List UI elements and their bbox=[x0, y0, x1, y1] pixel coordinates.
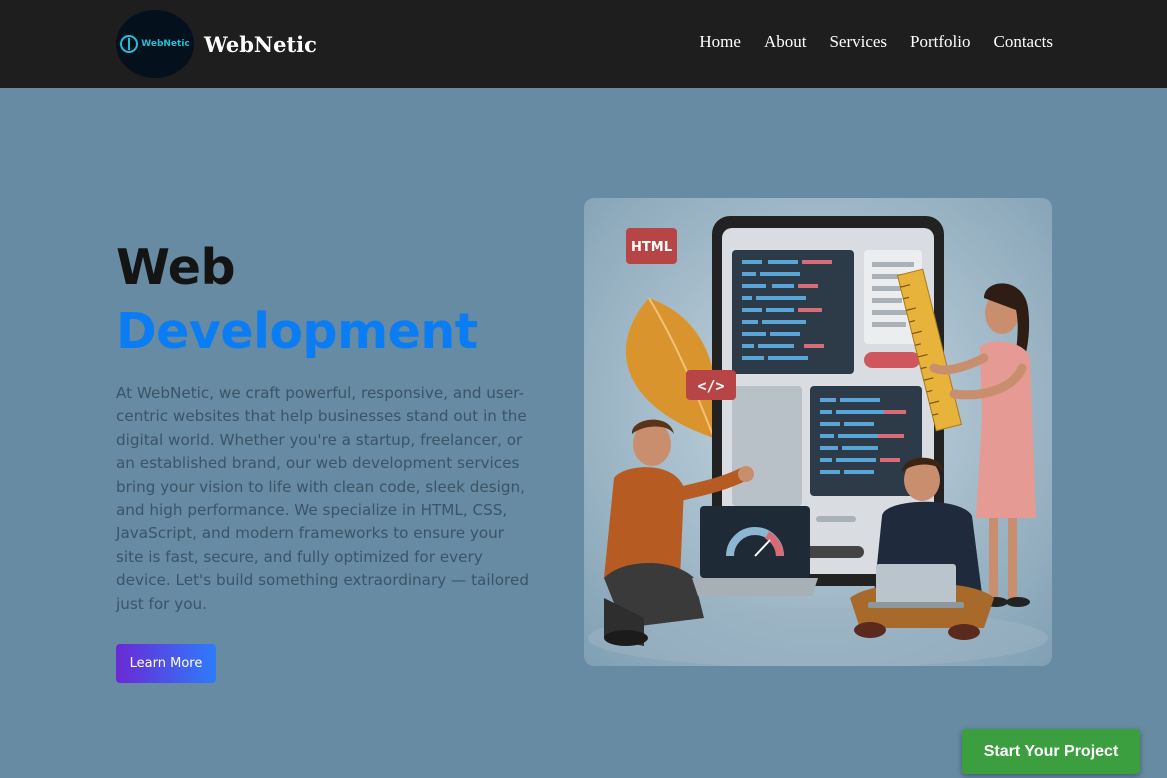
nav-portfolio[interactable]: Portfolio bbox=[910, 32, 970, 52]
logo[interactable]: WebNetic WebNetic bbox=[116, 10, 317, 78]
code-tag: </> bbox=[686, 370, 736, 400]
nav-home[interactable]: Home bbox=[699, 32, 741, 52]
brain-icon bbox=[120, 35, 139, 53]
top-navbar: WebNetic WebNetic Home About Services Po… bbox=[0, 0, 1167, 88]
hero-title-line2: Development bbox=[116, 303, 478, 360]
html-tag: HTML bbox=[626, 228, 677, 264]
nav-contacts[interactable]: Contacts bbox=[994, 32, 1054, 52]
hero-title-line1: Web bbox=[116, 239, 236, 296]
svg-text:HTML: HTML bbox=[631, 240, 672, 255]
gauge-laptop bbox=[692, 506, 818, 596]
logo-badge-text: WebNetic bbox=[141, 39, 190, 49]
main-nav: Home About Services Portfolio Contacts bbox=[699, 32, 1053, 52]
learn-more-button[interactable]: Learn More bbox=[116, 644, 216, 683]
hero-illustration: HTML </> bbox=[584, 198, 1052, 666]
svg-text:</>: </> bbox=[697, 377, 724, 395]
nav-about[interactable]: About bbox=[764, 32, 807, 52]
hero-title: Web Development bbox=[116, 236, 478, 364]
logo-badge: WebNetic bbox=[116, 10, 194, 78]
brand-name[interactable]: WebNetic bbox=[204, 32, 317, 57]
nav-services[interactable]: Services bbox=[829, 32, 887, 52]
start-project-button[interactable]: Start Your Project bbox=[962, 729, 1140, 774]
hero-description: At WebNetic, we craft powerful, responsi… bbox=[116, 384, 529, 613]
